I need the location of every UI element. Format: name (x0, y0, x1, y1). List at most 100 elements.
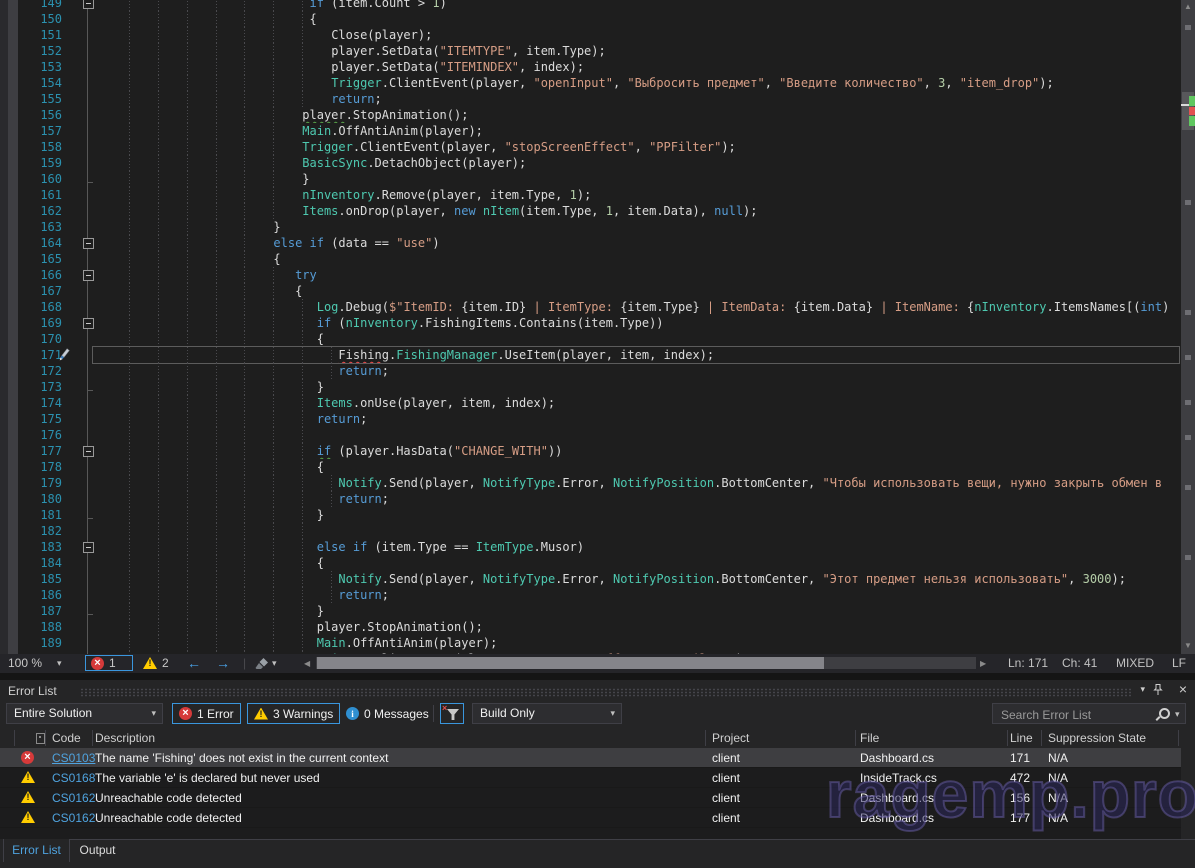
fold-margin[interactable] (80, 251, 96, 267)
fold-margin[interactable] (80, 75, 96, 91)
error-code-link[interactable]: CS0168 (52, 768, 95, 788)
fold-margin[interactable] (80, 507, 96, 523)
collapse-region-icon[interactable] (83, 0, 94, 9)
panel-drag-grip[interactable] (80, 688, 1133, 697)
window-position-caret-icon[interactable]: ▾ (1140, 684, 1145, 695)
fold-margin[interactable] (80, 283, 96, 299)
fold-margin[interactable] (80, 155, 96, 171)
fold-margin[interactable] (80, 411, 96, 427)
hscroll-right-icon[interactable]: ▶ (980, 654, 986, 673)
fold-margin[interactable] (80, 27, 96, 43)
fold-margin[interactable] (80, 267, 96, 283)
code-line[interactable]: 184{ (0, 555, 1181, 571)
code-line[interactable]: 185Notify.Send(player, NotifyType.Error,… (0, 571, 1181, 587)
code-line[interactable]: 189Main.OffAntiAnim(player); (0, 635, 1181, 651)
fold-margin[interactable] (80, 379, 96, 395)
code-line[interactable]: 166try (0, 267, 1181, 283)
hscroll-left-icon[interactable]: ◀ (304, 654, 310, 673)
fold-margin[interactable] (80, 395, 96, 411)
fold-margin[interactable] (80, 603, 96, 619)
search-options-caret-icon[interactable]: ▾ (1175, 705, 1180, 724)
column-header-description[interactable]: Description (95, 728, 155, 748)
scroll-down-icon[interactable]: ▼ (1181, 641, 1195, 651)
scroll-up-icon[interactable]: ▲ (1181, 2, 1195, 12)
navigate-back-icon[interactable]: ← (187, 654, 201, 673)
fold-margin[interactable] (80, 571, 96, 587)
collapse-region-icon[interactable] (83, 238, 94, 249)
fold-margin[interactable] (80, 123, 96, 139)
code-line[interactable]: 168Log.Debug($"ItemID: {item.ID} | ItemT… (0, 299, 1181, 315)
fold-margin[interactable] (80, 203, 96, 219)
tab-error-list[interactable]: Error List (3, 839, 70, 862)
fold-margin[interactable] (80, 91, 96, 107)
collapse-region-icon[interactable] (83, 318, 94, 329)
fold-margin[interactable] (80, 315, 96, 331)
clean-errors-caret-icon[interactable]: ▾ (272, 654, 277, 673)
code-line[interactable]: 176 (0, 427, 1181, 443)
fold-margin[interactable] (80, 443, 96, 459)
warning-count-button[interactable]: ! 2 (143, 655, 169, 671)
zoom-level-select[interactable]: 100 % (8, 654, 42, 673)
code-line[interactable]: 171Fishing.FishingManager.UseItem(player… (0, 347, 1181, 363)
fold-margin[interactable] (80, 0, 96, 11)
errors-filter-button[interactable]: × 1 Error (172, 703, 241, 724)
error-row[interactable]: !CS0168The variable 'e' is declared but … (0, 768, 1181, 788)
editor-horizontal-scrollbar[interactable] (316, 657, 976, 669)
column-header-suppression[interactable]: Suppression State (1048, 728, 1146, 748)
close-icon[interactable]: × (1179, 681, 1187, 697)
fold-margin[interactable] (80, 219, 96, 235)
fold-margin[interactable] (80, 235, 96, 251)
fold-margin[interactable] (80, 59, 96, 75)
code-line[interactable]: 151Close(player); (0, 27, 1181, 43)
severity-column-icon[interactable] (36, 733, 45, 744)
code-line[interactable]: 164else if (data == "use") (0, 235, 1181, 251)
code-line[interactable]: 175return; (0, 411, 1181, 427)
code-line[interactable]: 183else if (item.Type == ItemType.Musor) (0, 539, 1181, 555)
column-header-line[interactable]: Line (1010, 728, 1033, 748)
code-line[interactable]: 170{ (0, 331, 1181, 347)
code-line[interactable]: 178{ (0, 459, 1181, 475)
code-line[interactable]: 174Items.onUse(player, item, index); (0, 395, 1181, 411)
scope-dropdown[interactable]: Entire Solution ▾ (6, 703, 163, 724)
column-header-file[interactable]: File (860, 728, 879, 748)
error-row[interactable]: ×CS0103The name 'Fishing' does not exist… (0, 748, 1181, 768)
code-line[interactable]: 152player.SetData("ITEMTYPE", item.Type)… (0, 43, 1181, 59)
collapse-region-icon[interactable] (83, 542, 94, 553)
fold-margin[interactable] (80, 427, 96, 443)
fold-margin[interactable] (80, 491, 96, 507)
search-error-list-box[interactable]: ▾ (992, 703, 1186, 724)
code-line[interactable]: 150{ (0, 11, 1181, 27)
zoom-caret-icon[interactable]: ▾ (57, 654, 62, 673)
code-line[interactable]: 149if (item.Count > 1) (0, 0, 1181, 11)
code-line[interactable]: 156player.StopAnimation(); (0, 107, 1181, 123)
code-line[interactable]: 181} (0, 507, 1181, 523)
fold-margin[interactable] (80, 523, 96, 539)
fold-margin[interactable] (80, 187, 96, 203)
editor-vertical-scrollbar[interactable]: ▲ ▼ (1181, 0, 1195, 655)
code-line[interactable]: 159BasicSync.DetachObject(player); (0, 155, 1181, 171)
fold-margin[interactable] (80, 587, 96, 603)
collapse-region-icon[interactable] (83, 446, 94, 457)
code-line[interactable]: 163} (0, 219, 1181, 235)
code-line[interactable]: 158Trigger.ClientEvent(player, "stopScre… (0, 139, 1181, 155)
fold-margin[interactable] (80, 475, 96, 491)
code-line[interactable]: 155return; (0, 91, 1181, 107)
fold-margin[interactable] (80, 539, 96, 555)
messages-filter-button[interactable]: i 0 Messages (340, 703, 435, 724)
tab-output[interactable]: Output (70, 839, 125, 862)
code-line[interactable]: 173} (0, 379, 1181, 395)
code-line[interactable]: 172return; (0, 363, 1181, 379)
fold-margin[interactable] (80, 11, 96, 27)
code-line[interactable]: 165{ (0, 251, 1181, 267)
fold-margin[interactable] (80, 619, 96, 635)
column-header-project[interactable]: Project (712, 728, 749, 748)
clear-filters-button[interactable]: × (440, 703, 464, 724)
code-line[interactable]: 157Main.OffAntiAnim(player); (0, 123, 1181, 139)
fold-margin[interactable] (80, 171, 96, 187)
fold-margin[interactable] (80, 299, 96, 315)
error-count-button[interactable]: × 1 (85, 655, 133, 671)
fold-margin[interactable] (80, 43, 96, 59)
warnings-filter-button[interactable]: ! 3 Warnings (247, 703, 340, 724)
code-line[interactable]: 161nInventory.Remove(player, item.Type, … (0, 187, 1181, 203)
code-line[interactable]: 187} (0, 603, 1181, 619)
